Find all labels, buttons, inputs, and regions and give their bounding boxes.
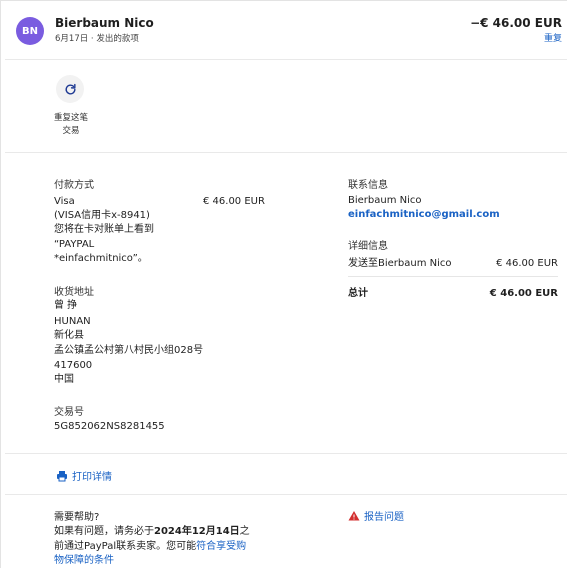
details-line-label: 发送至Bierbaum Nico [348, 258, 452, 269]
help-text-prefix: 如果有问题，请务必于 [54, 526, 154, 537]
help-deadline: 2024年12月14日 [154, 526, 240, 537]
address-line: 新化县 [54, 330, 84, 341]
contact-name: Bierbaum Nico [348, 195, 422, 206]
print-details-button[interactable]: 打印详情 [56, 468, 112, 483]
contact-email[interactable]: einfachmitnico@gmail.com [348, 208, 500, 222]
shipping-title: 收货地址 [54, 287, 94, 298]
repeat-label[interactable]: 重复这笔交易 [51, 112, 91, 138]
statement-note: 您将在卡对账单上看到 [54, 224, 154, 235]
transaction-id-title: 交易号 [54, 407, 84, 418]
statement-note: “PAYPAL [54, 239, 95, 250]
help-text-suffix: 之 [239, 526, 250, 537]
help-title: 需要帮助? [54, 512, 100, 523]
help-text: 前通过PayPal联系卖家。您可能符合享受购 [54, 540, 246, 554]
help-text: 如果有问题，请务必于2024年12月14日之 [54, 525, 250, 539]
total-amount: € 46.00 EUR [489, 288, 558, 299]
transaction-amount: −€ 46.00 EUR [470, 16, 562, 30]
transaction-subline: 6月17日 · 发出的款项 [55, 34, 139, 44]
print-label: 打印详情 [72, 472, 112, 483]
payment-method: Visa [54, 196, 75, 207]
payment-card: (VISA信用卡x-8941) [54, 210, 150, 221]
transaction-header[interactable]: BN Bierbaum Nico 6月17日 · 发出的款项 −€ 46.00 … [1, 1, 567, 59]
divider [5, 152, 567, 153]
payment-method-title: 付款方式 [54, 180, 94, 191]
statement-note: *einfachmitnico”。 [54, 253, 148, 264]
address-line: 中国 [54, 374, 74, 385]
merchant-name: Bierbaum Nico [55, 16, 154, 30]
address-line: 孟公镇孟公村第八村民小组028号 [54, 345, 204, 356]
transaction-id: 5G852062NS8281455 [54, 421, 165, 432]
details-line-amount: € 46.00 EUR [496, 258, 558, 269]
printer-icon [57, 470, 67, 481]
details-title: 详细信息 [348, 241, 388, 252]
transaction-panel: BN Bierbaum Nico 6月17日 · 发出的款项 −€ 46.00 … [0, 0, 567, 568]
avatar: BN [16, 17, 44, 45]
address-line: 曾 挣 [54, 300, 78, 311]
address-line: 417600 [54, 360, 93, 371]
warning-icon [348, 510, 360, 520]
address-line: HUNAN [54, 316, 91, 327]
contact-title: 联系信息 [348, 180, 388, 191]
divider [5, 453, 567, 454]
repeat-button[interactable] [56, 75, 84, 103]
refresh-icon [64, 83, 76, 95]
purchase-protection-link[interactable]: 物保障的条件 [54, 554, 114, 568]
help-line2: 前通过PayPal联系卖家。您可能 [54, 541, 197, 552]
report-problem-button[interactable]: 报告问题 [348, 508, 404, 523]
divider [5, 494, 567, 495]
divider [348, 276, 558, 277]
purchase-protection-link[interactable]: 符合享受购 [196, 541, 246, 552]
total-label: 总计 [348, 288, 368, 299]
repeat-link[interactable]: 重复 [544, 31, 562, 44]
report-label: 报告问题 [364, 512, 404, 523]
payment-amount: € 46.00 EUR [203, 196, 265, 207]
divider [5, 59, 567, 60]
